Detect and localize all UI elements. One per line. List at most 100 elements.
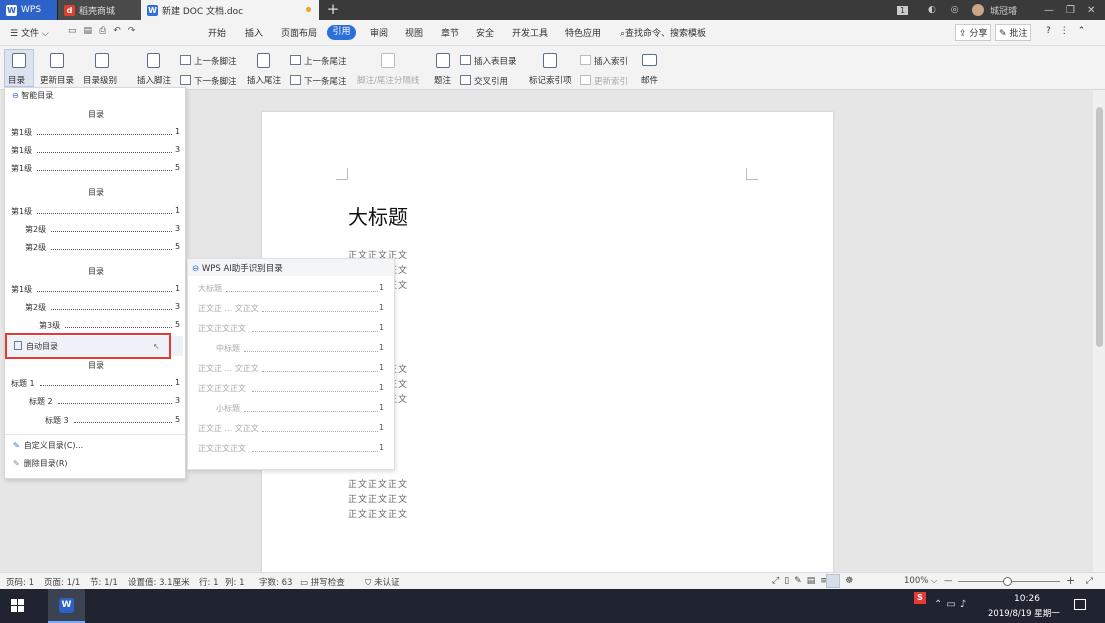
window-controls[interactable]: — ❐ ✕ [1044, 0, 1105, 20]
next-footnote-button[interactable]: 下一条脚注 [180, 75, 237, 87]
close-icon[interactable]: ✕ [1087, 5, 1105, 16]
separator-icon [381, 53, 395, 68]
edit-toc-icon: ✎ [13, 441, 20, 450]
toc-leader [226, 291, 378, 292]
minimize-icon[interactable]: — [1044, 5, 1066, 16]
insert-endnote-button[interactable]: 插入尾注 [247, 74, 281, 86]
menu-item-view[interactable]: 视图 [405, 26, 423, 39]
toc-leader [37, 170, 172, 171]
new-tab-button[interactable]: + [323, 0, 343, 20]
wps-home-tab[interactable]: W WPS [0, 0, 57, 20]
notification-icon[interactable] [1074, 599, 1086, 610]
doc-icon: W [147, 4, 158, 16]
page-count[interactable]: 页面: 1/1 [44, 576, 80, 588]
ai-icon: ⊖ [192, 264, 200, 274]
clock-date[interactable]: 2019/8/19 星期一 [988, 607, 1060, 619]
delete-toc-icon: ✎ [13, 459, 20, 468]
toc-leader [51, 249, 172, 250]
share-button[interactable]: ⇪ 分享 [955, 24, 992, 41]
cross-reference-button[interactable]: 交叉引用 [460, 75, 508, 87]
toc-leader [252, 391, 378, 392]
menu-item-references[interactable]: 引用 [327, 25, 356, 40]
menu-item-start[interactable]: 开始 [208, 26, 226, 39]
toc-leader [58, 403, 172, 404]
file-menu[interactable]: ☰ 文件 ⌵ [10, 26, 49, 39]
prev-footnote-button[interactable]: 上一条脚注 [180, 55, 237, 67]
toc-leader [40, 385, 172, 386]
update-index-icon [580, 75, 591, 85]
toc-leader [65, 327, 172, 328]
menu-item-dev-tools[interactable]: 开发工具 [512, 26, 548, 39]
update-index-button[interactable]: 更新索引 [580, 75, 628, 87]
zoom-out-button[interactable]: — [944, 576, 953, 586]
toc-level-button[interactable]: 目录级别 [83, 74, 117, 86]
custom-toc-item[interactable]: ✎ 自定义目录(C)... [13, 440, 83, 451]
restore-icon[interactable]: ❐ [1066, 5, 1087, 16]
daoke-store-tab[interactable]: d 稻壳商城 [57, 0, 141, 20]
sogou-ime-icon[interactable]: S [914, 592, 926, 604]
toc-leader [37, 152, 172, 153]
menu-item-page-layout[interactable]: 页面布局 [281, 26, 317, 39]
windows-start-icon[interactable] [11, 599, 24, 612]
insert-index-icon [580, 55, 591, 65]
menu-item-chapter[interactable]: 章节 [441, 26, 459, 39]
menu-item-review[interactable]: 审阅 [370, 26, 388, 39]
help-icons[interactable]: ?⋮⌃ [1046, 26, 1094, 36]
toc-level-icon [95, 53, 109, 68]
document-tab[interactable]: W 新建 DOC 文档.doc [141, 0, 319, 20]
word-count[interactable]: 字数: 63 [259, 576, 292, 588]
ai-toc-title: ⊖ WPS AI助手识别目录 [192, 264, 283, 274]
mail-button[interactable]: 邮件 [641, 74, 658, 86]
update-toc-button[interactable]: 更新目录 [40, 74, 74, 86]
prev-endnote-button[interactable]: 上一条尾注 [290, 55, 347, 67]
mark-index-button[interactable]: 标记索引项 [529, 74, 572, 86]
footnote-separator-button[interactable]: 脚注/尾注分隔线 [357, 74, 419, 86]
certification-status[interactable]: ⛉ 未认证 [365, 576, 400, 588]
toc-leader [51, 231, 172, 232]
insert-table-toc-button[interactable]: 插入表目录 [460, 55, 517, 67]
prev-footnote-icon [180, 55, 191, 65]
unsaved-dot-icon [306, 7, 311, 12]
toc-leader [244, 351, 378, 352]
user-account[interactable]: 城冠璿 [972, 0, 1017, 20]
toc-leader [262, 311, 378, 312]
mail-icon [642, 54, 657, 66]
avatar [972, 4, 984, 16]
wps-logo-icon: W [6, 4, 17, 16]
next-endnote-button[interactable]: 下一条尾注 [290, 75, 347, 87]
highlight-annotation [5, 333, 171, 359]
scrollbar-thumb[interactable] [1096, 107, 1103, 347]
caption-button[interactable]: 题注 [434, 74, 451, 86]
dropdown-divider [5, 434, 185, 435]
daoke-icon: d [64, 4, 75, 16]
annotate-button[interactable]: ✎ 批注 [995, 24, 1032, 41]
command-search[interactable]: ⌕查找命令、搜索模板 [620, 26, 706, 39]
system-tray-icons[interactable]: ⌃▭♪ [934, 599, 970, 610]
spell-check-button[interactable]: ▭ 拼写检查 [300, 576, 345, 588]
document-paragraph: 正文正文正文正文正文正文正文正文正文 [348, 480, 409, 520]
page-view-active[interactable] [826, 574, 840, 588]
menu-item-special[interactable]: 特色应用 [565, 26, 601, 39]
toc-preview-title: 目录 [88, 110, 104, 119]
insert-index-button[interactable]: 插入索引 [580, 55, 628, 67]
menu-item-insert[interactable]: 插入 [245, 26, 263, 39]
fit-window-icon[interactable]: ⤢ [1086, 576, 1093, 586]
zoom-slider-thumb[interactable] [1003, 577, 1012, 586]
view-mode-icons[interactable]: ⤢▯✎▤≡⊕☸ [772, 576, 858, 586]
quick-access-toolbar[interactable]: ▭▤⎙↶↷ [68, 26, 142, 36]
ribbon-references: 目录 更新目录 目录级别 插入脚注 上一条脚注 下一条脚注 插入尾注 上一条尾注… [0, 46, 1105, 90]
page-corner-mark [336, 168, 348, 180]
annotate-icon: ✎ [999, 29, 1007, 39]
window-badge[interactable]: 1 [897, 0, 909, 20]
menu-item-security[interactable]: 安全 [476, 26, 494, 39]
next-endnote-icon [290, 75, 301, 85]
zoom-in-button[interactable]: + [1066, 574, 1075, 587]
ai-icon: ⊖ [12, 91, 19, 100]
document-heading: 大标题 [348, 205, 408, 229]
delete-toc-item[interactable]: ✎ 删除目录(R) [13, 458, 68, 469]
zoom-level[interactable]: 100% ⌵ [904, 576, 937, 586]
wps-taskbar-icon: W [59, 598, 74, 613]
toc-preview-title: 目录 [88, 267, 104, 276]
insert-footnote-button[interactable]: 插入脚注 [137, 74, 171, 86]
clock-time[interactable]: 10:26 [1014, 594, 1040, 604]
